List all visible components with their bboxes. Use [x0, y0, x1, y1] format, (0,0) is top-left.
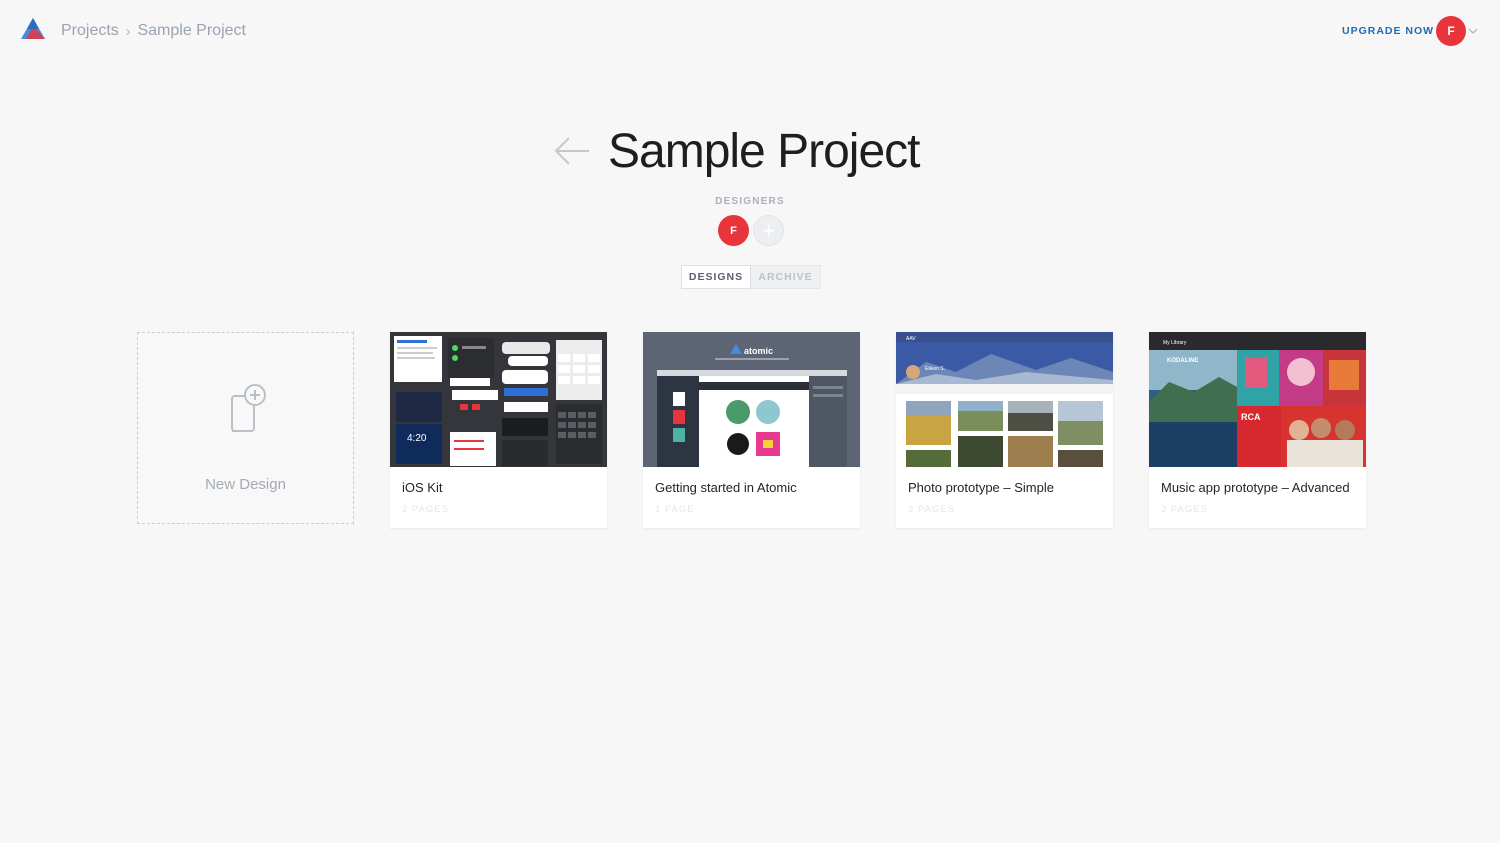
design-card-title: iOS Kit	[402, 480, 443, 495]
upgrade-now-link[interactable]: UPGRADE NOW	[1342, 25, 1434, 37]
design-card-atomic[interactable]: atomic Getting started in Atomic 1 PAGE	[643, 332, 860, 528]
chevron-down-icon[interactable]	[1468, 27, 1478, 35]
tab-bar: DESIGNS ARCHIVE	[681, 265, 821, 289]
atomic-brand-text: atomic	[744, 346, 773, 356]
user-avatar[interactable]: F	[1436, 16, 1466, 46]
new-design-label: New Design	[205, 476, 286, 493]
profile-name-text: Eileen S.	[925, 366, 945, 372]
chevron-right-icon: ›	[125, 23, 131, 39]
top-bar: Projects › Sample Project UPGRADE NOW F	[0, 0, 1500, 62]
design-card-ios-kit[interactable]: 4:20 iOS Kit 2 PAGES	[390, 332, 607, 528]
new-design-card[interactable]: New Design	[137, 332, 354, 524]
atomic-logo-icon[interactable]	[20, 17, 46, 41]
designers-label: DESIGNERS	[715, 196, 785, 207]
photo-prototype-thumbnail: AAV Eileen S.	[896, 332, 1113, 467]
design-card-pages: 2 PAGES	[908, 504, 955, 515]
svg-text:AAV: AAV	[906, 336, 916, 342]
design-card-pages: 2 PAGES	[1161, 504, 1208, 515]
breadcrumb-projects[interactable]: Projects	[61, 22, 119, 40]
designer-avatar[interactable]: F	[718, 215, 749, 246]
page-title: Sample Project	[608, 125, 920, 178]
design-card-music-prototype[interactable]: My Library KODALINE RCA Music app protot…	[1149, 332, 1366, 528]
breadcrumb-current: Sample Project	[137, 22, 246, 39]
design-card-photo-prototype[interactable]: AAV Eileen S. Photo prototype – Simple 2…	[896, 332, 1113, 528]
add-designer-button[interactable]: +	[753, 215, 784, 246]
breadcrumb: Projects › Sample Project	[61, 20, 246, 42]
design-card-pages: 1 PAGE	[655, 504, 695, 515]
tab-archive[interactable]: ARCHIVE	[751, 265, 821, 289]
svg-text:4:20: 4:20	[407, 433, 427, 444]
music-header-text: My Library	[1163, 340, 1187, 346]
add-page-icon	[231, 384, 266, 432]
atomic-thumbnail: atomic	[643, 332, 860, 467]
music-prototype-thumbnail: My Library KODALINE RCA	[1149, 332, 1366, 467]
artist-name-text: KODALINE	[1167, 358, 1198, 364]
tab-designs[interactable]: DESIGNS	[681, 265, 751, 289]
design-card-title: Photo prototype – Simple	[908, 480, 1054, 495]
back-arrow-icon[interactable]	[553, 136, 591, 166]
design-card-title: Music app prototype – Advanced	[1161, 480, 1350, 495]
design-card-pages: 2 PAGES	[402, 504, 449, 515]
label-name-text: RCA	[1241, 412, 1261, 422]
ios-kit-thumbnail: 4:20	[390, 332, 607, 467]
design-card-title: Getting started in Atomic	[655, 480, 797, 495]
